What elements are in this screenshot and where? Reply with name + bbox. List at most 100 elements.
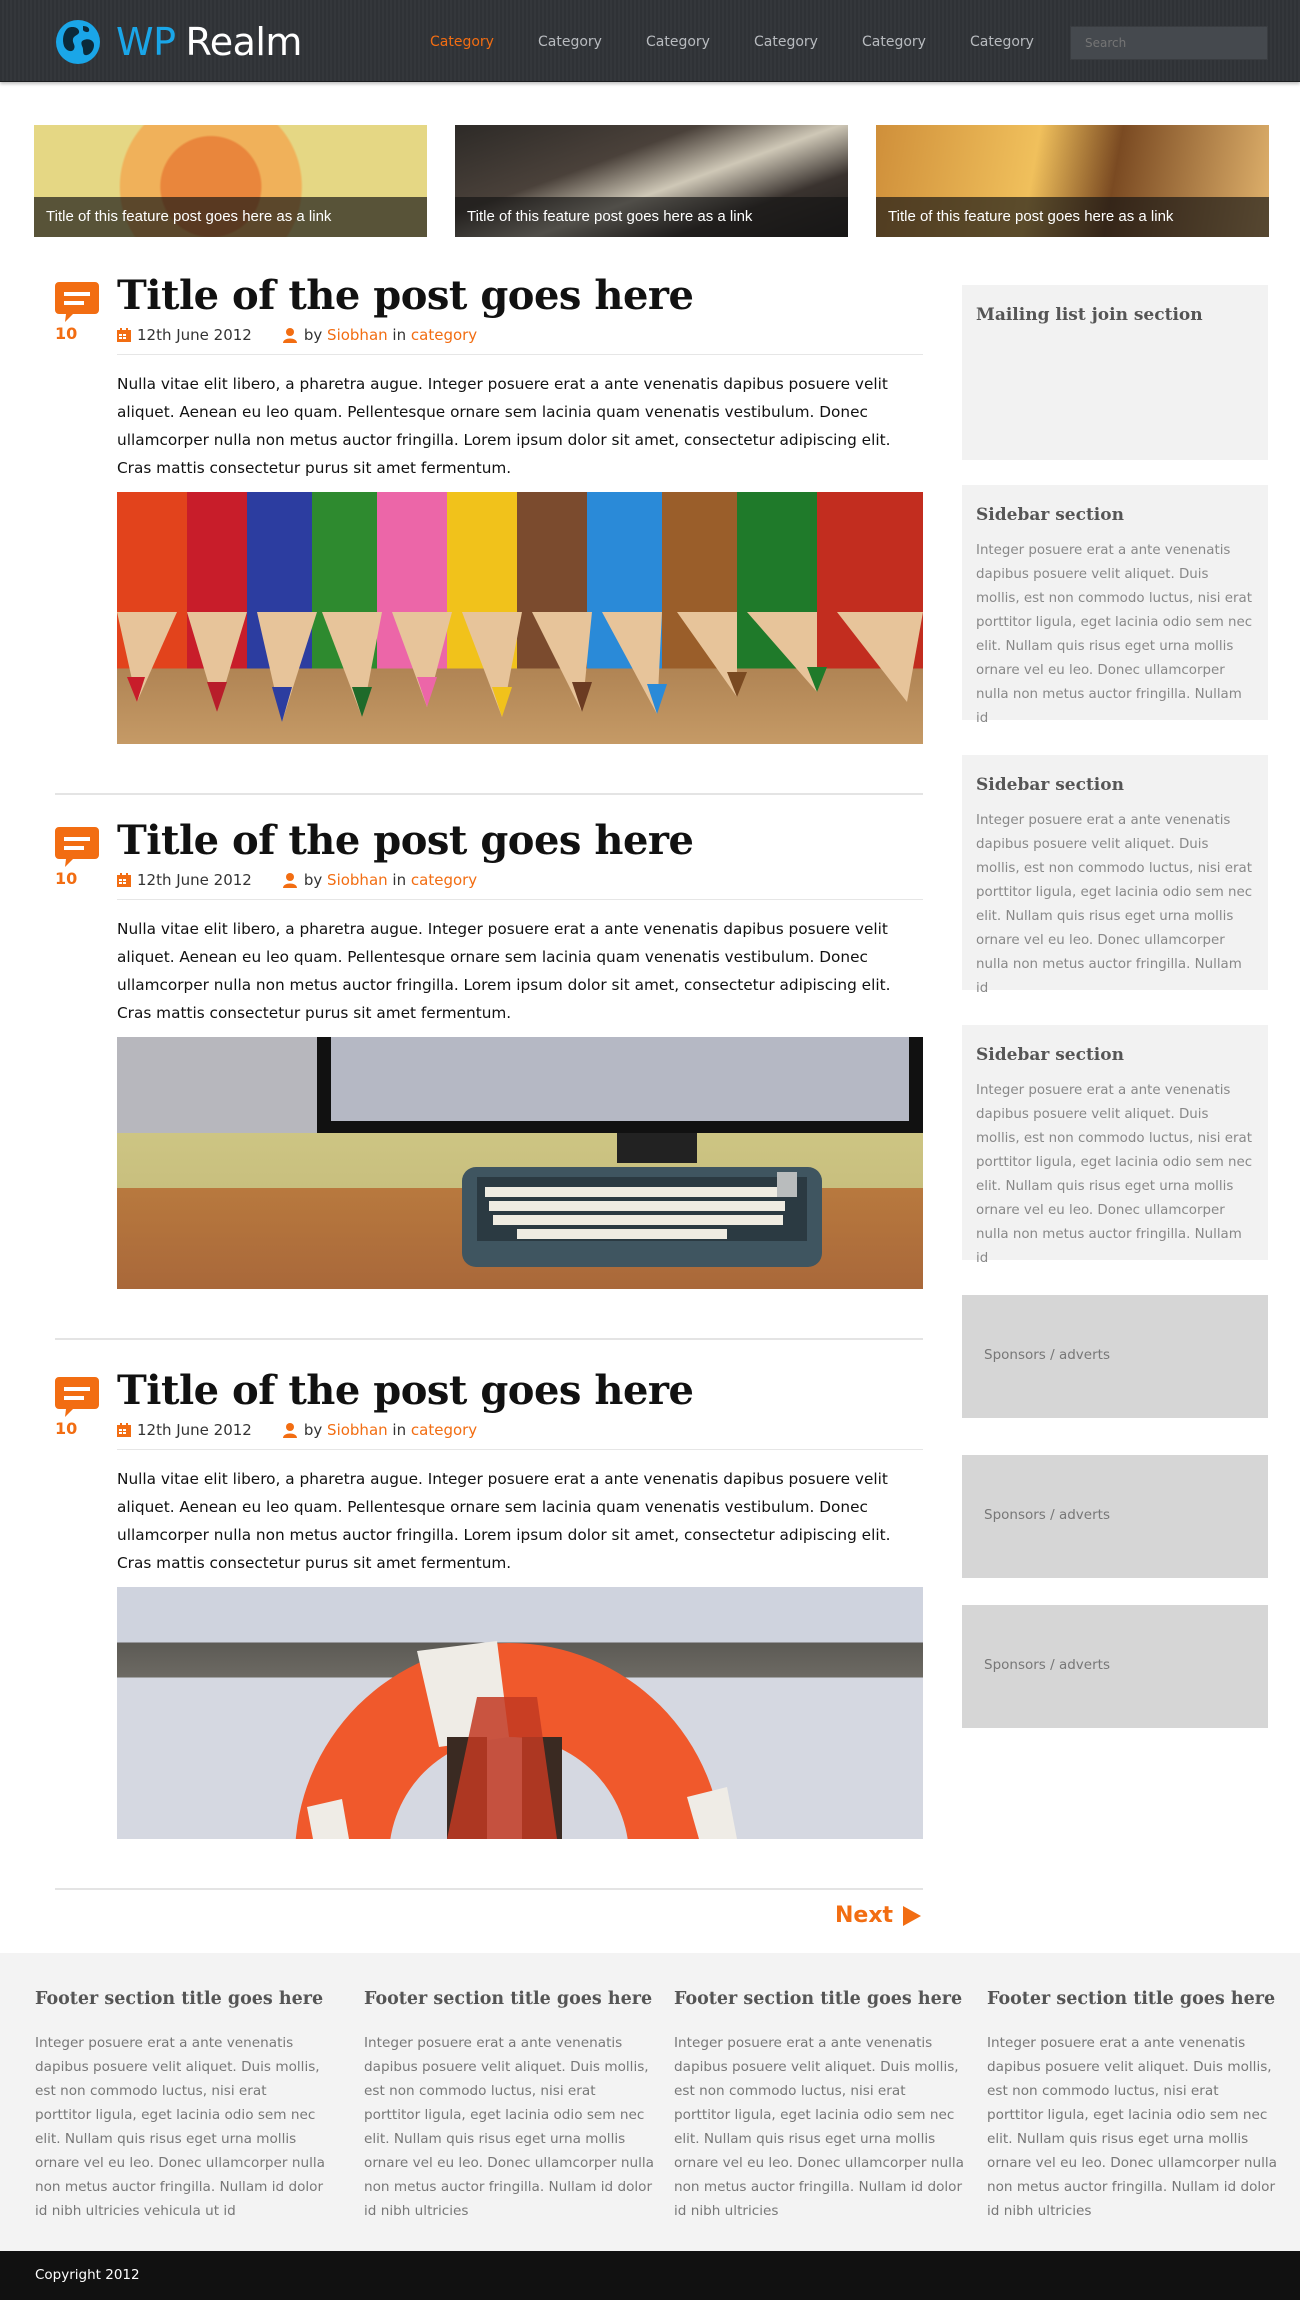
- sponsor-advert-label: Sponsors / adverts: [984, 1347, 1110, 1363]
- footer-column: Footer section title goes here Integer p…: [674, 1989, 964, 2223]
- sidebar-section: Sidebar section Integer posuere erat a a…: [962, 1025, 1268, 1266]
- sidebar-section-title: Sidebar section: [976, 1045, 1124, 1065]
- post-image-lifering[interactable]: [117, 1587, 923, 1839]
- sidebar-section-text: Integer posuere erat a ante venenatis da…: [976, 813, 1253, 996]
- footer-column: Footer section title goes here Integer p…: [987, 1989, 1277, 2223]
- speech-bubble-icon[interactable]: [55, 825, 99, 869]
- speech-bubble-icon[interactable]: [55, 1375, 99, 1419]
- divider: [117, 1449, 923, 1450]
- post-in-label: in: [392, 326, 407, 344]
- copyright-bar: Copyright 2012: [0, 2251, 1300, 2300]
- footer-column-text: Integer posuere erat a ante venenatis da…: [35, 2035, 325, 2219]
- post-separator: [55, 793, 923, 795]
- footer-column: Footer section title goes here Integer p…: [364, 1989, 654, 2223]
- post-title[interactable]: Title of the post goes here: [117, 817, 694, 864]
- footer-column-text: Integer posuere erat a ante venenatis da…: [364, 2035, 654, 2219]
- post-by-label: by: [303, 871, 323, 889]
- nav-item-category-4[interactable]: Category: [732, 34, 840, 50]
- blog-post: 10 Title of the post goes here 12th June…: [55, 1367, 923, 1890]
- blog-post: 10 Title of the post goes here 12th June…: [55, 817, 923, 1340]
- post-category-link[interactable]: category: [411, 326, 477, 344]
- post-title[interactable]: Title of the post goes here: [117, 272, 694, 319]
- footer-column-text: Integer posuere erat a ante venenatis da…: [674, 2035, 964, 2219]
- sponsor-advert[interactable]: Sponsors / adverts: [962, 1455, 1268, 1578]
- comment-count[interactable]: 10: [55, 1419, 77, 1438]
- globe-icon: [56, 20, 100, 64]
- featured-post-2[interactable]: Title of this feature post goes here as …: [455, 125, 848, 237]
- sponsor-advert[interactable]: Sponsors / adverts: [962, 1605, 1268, 1728]
- footer-column-title: Footer section title goes here: [35, 1989, 324, 2009]
- post-meta: 12th June 2012 by Siobhan in category: [117, 871, 477, 889]
- featured-post-link[interactable]: Title of this feature post goes here as …: [34, 197, 427, 237]
- comment-count[interactable]: 10: [55, 869, 77, 888]
- nav-item-category-3[interactable]: Category: [624, 34, 732, 50]
- post-title[interactable]: Title of the post goes here: [117, 1367, 694, 1414]
- post-author-link[interactable]: Siobhan: [327, 1421, 388, 1439]
- post-meta: 12th June 2012 by Siobhan in category: [117, 1421, 477, 1439]
- post-by-label: by: [303, 1421, 323, 1439]
- sidebar-section-text: Integer posuere erat a ante venenatis da…: [976, 543, 1253, 726]
- blog-post: 10 Title of the post goes here 12th June…: [55, 272, 923, 795]
- post-excerpt: Nulla vitae elit libero, a pharetra augu…: [117, 920, 891, 1022]
- search-input[interactable]: [1070, 26, 1268, 60]
- sidebar-section-title: Sidebar section: [976, 505, 1124, 525]
- calendar-icon: [117, 873, 131, 887]
- site-name: WP Realm: [116, 20, 302, 64]
- site-logo[interactable]: WP Realm: [54, 18, 302, 66]
- main-nav: Category Category Category Category Cate…: [408, 34, 1056, 50]
- site-footer: Footer section title goes here Integer p…: [0, 1953, 1300, 2251]
- logo-wp-text: WP: [116, 20, 176, 64]
- nav-item-category-2[interactable]: Category: [516, 34, 624, 50]
- comment-count[interactable]: 10: [55, 324, 77, 343]
- post-excerpt: Nulla vitae elit libero, a pharetra augu…: [117, 375, 891, 477]
- sponsor-advert[interactable]: Sponsors / adverts: [962, 1295, 1268, 1418]
- post-meta: 12th June 2012 by Siobhan in category: [117, 326, 477, 344]
- copyright-text: Copyright 2012: [35, 2267, 140, 2283]
- nav-item-category-1[interactable]: Category: [408, 34, 516, 50]
- sidebar-section-text: Integer posuere erat a ante venenatis da…: [976, 1083, 1253, 1266]
- nav-item-category-6[interactable]: Category: [948, 34, 1056, 50]
- calendar-icon: [117, 1423, 131, 1437]
- sidebar-section: Sidebar section Integer posuere erat a a…: [962, 755, 1268, 996]
- post-category-link[interactable]: category: [411, 1421, 477, 1439]
- divider: [117, 899, 923, 900]
- site-header: WP Realm Category Category Category Categ…: [0, 0, 1300, 82]
- nav-item-category-5[interactable]: Category: [840, 34, 948, 50]
- play-arrow-icon: [903, 1905, 922, 1926]
- next-label: Next: [835, 1903, 894, 1928]
- sidebar-section: Sidebar section Integer posuere erat a a…: [962, 485, 1268, 726]
- footer-column-text: Integer posuere erat a ante venenatis da…: [987, 2035, 1277, 2219]
- post-image-typewriter[interactable]: [117, 1037, 923, 1289]
- post-category-link[interactable]: category: [411, 871, 477, 889]
- post-author-link[interactable]: Siobhan: [327, 871, 388, 889]
- featured-post-link[interactable]: Title of this feature post goes here as …: [455, 197, 848, 237]
- featured-post-3[interactable]: Title of this feature post goes here as …: [876, 125, 1269, 237]
- post-date: 12th June 2012: [137, 326, 252, 344]
- post-separator: [55, 1338, 923, 1340]
- post-excerpt: Nulla vitae elit libero, a pharetra augu…: [117, 1470, 891, 1572]
- pencil-tips-illustration: [117, 612, 923, 722]
- footer-column-title: Footer section title goes here: [364, 1989, 653, 2009]
- calendar-icon: [117, 328, 131, 342]
- sponsor-advert-label: Sponsors / adverts: [984, 1657, 1110, 1673]
- post-in-label: in: [392, 1421, 407, 1439]
- footer-column: Footer section title goes here Integer p…: [35, 1989, 325, 2223]
- logo-realm-text: Realm: [185, 20, 303, 64]
- mailing-list-title: Mailing list join section: [976, 305, 1203, 325]
- featured-post-1[interactable]: Title of this feature post goes here as …: [34, 125, 427, 237]
- typewriter-illustration: [317, 1037, 923, 1267]
- post-in-label: in: [392, 871, 407, 889]
- mailing-list-section: Mailing list join section: [962, 285, 1268, 460]
- sponsor-advert-label: Sponsors / adverts: [984, 1507, 1110, 1523]
- next-page-button[interactable]: Next: [835, 1903, 922, 1928]
- post-date: 12th June 2012: [137, 871, 252, 889]
- post-author-link[interactable]: Siobhan: [327, 326, 388, 344]
- sidebar-section-title: Sidebar section: [976, 775, 1124, 795]
- featured-post-link[interactable]: Title of this feature post goes here as …: [876, 197, 1269, 237]
- post-by-label: by: [303, 326, 323, 344]
- user-icon: [282, 1423, 297, 1438]
- post-image-pencils[interactable]: [117, 492, 923, 744]
- lifering-illustration: [295, 1641, 737, 1839]
- speech-bubble-icon[interactable]: [55, 280, 99, 324]
- footer-column-title: Footer section title goes here: [987, 1989, 1276, 2009]
